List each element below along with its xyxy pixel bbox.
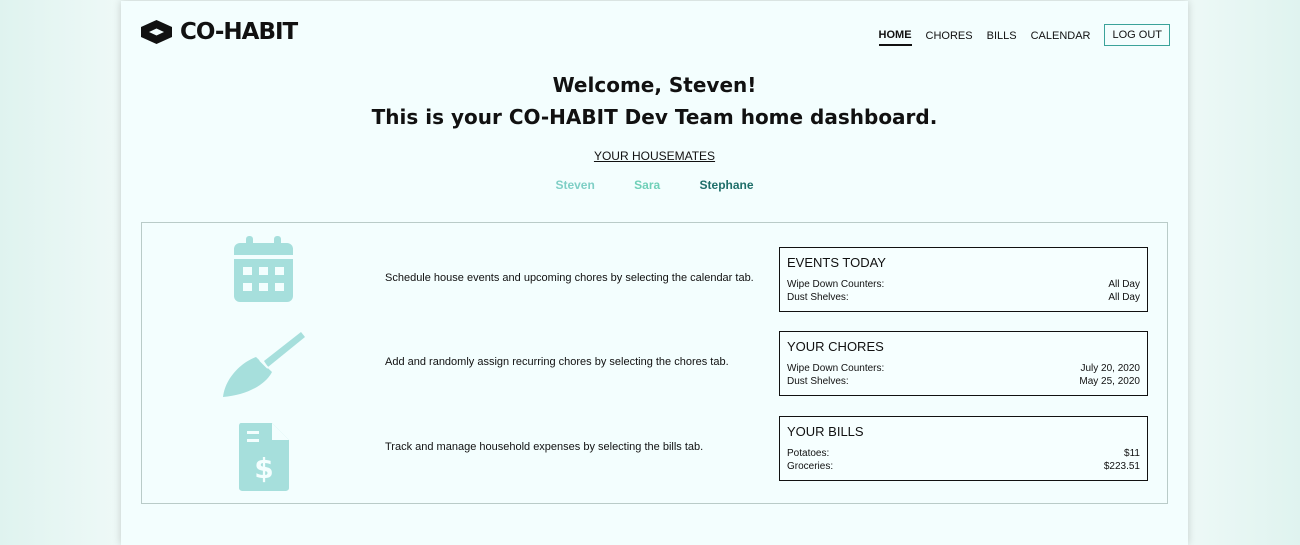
bills-description: Track and manage household expenses by s… [385,441,704,453]
card-row-value: All Day [1108,292,1140,303]
events-today-card: EVENTS TODAY Wipe Down Counters: All Day… [779,247,1148,312]
chores-description: Add and randomly assign recurring chores… [385,356,729,368]
cube-logo-icon [141,20,172,44]
dashboard-page: CO-HABIT HOME CHORES BILLS CALENDAR LOG … [121,1,1188,545]
housemate-name[interactable]: Steven [555,178,594,192]
card-title: EVENTS TODAY [787,255,886,270]
bill-document-icon[interactable]: $ [238,422,290,492]
card-row-value: $223.51 [1103,461,1140,472]
card-row-label: Dust Shelves: [787,292,849,303]
card-row: Dust Shelves: May 25, 2020 [787,375,1140,388]
nav-chores[interactable]: CHORES [926,26,973,45]
nav-home[interactable]: HOME [878,25,912,46]
card-row: Potatoes: $11 [787,447,1140,460]
card-row-value: $11 [1124,448,1140,459]
card-row-value: July 20, 2020 [1080,363,1141,374]
your-chores-card: YOUR CHORES Wipe Down Counters: July 20,… [779,331,1148,396]
card-row-label: Dust Shelves: [787,376,849,387]
your-bills-card: YOUR BILLS Potatoes: $11 Groceries: $223… [779,416,1148,481]
housemates-list: Steven Sara Stephane [121,178,1188,192]
logout-button[interactable]: LOG OUT [1104,24,1170,46]
calendar-description: Schedule house events and upcoming chore… [385,272,754,284]
dashboard-subtitle: This is your CO-HABIT Dev Team home dash… [371,105,938,129]
welcome-heading: Welcome, Steven! This is your CO-HABIT D… [121,69,1188,133]
housemate-name[interactable]: Sara [634,178,660,192]
card-row-label: Groceries: [787,461,834,472]
card-row: Dust Shelves: All Day [787,291,1140,304]
svg-text:$: $ [254,452,273,485]
card-row: Wipe Down Counters: July 20, 2020 [787,362,1140,375]
main-nav: HOME CHORES BILLS CALENDAR LOG OUT [865,24,1170,46]
logo-text: CO-HABIT [180,19,298,45]
dashboard-panel: Schedule house events and upcoming chore… [141,222,1168,504]
card-title: YOUR CHORES [787,339,884,354]
logo[interactable]: CO-HABIT [140,19,298,45]
card-row: Groceries: $223.51 [787,460,1140,473]
card-row-value: All Day [1108,279,1140,290]
card-row-label: Wipe Down Counters: [787,363,885,374]
card-row-label: Wipe Down Counters: [787,279,885,290]
card-title: YOUR BILLS [787,424,864,439]
broom-icon[interactable] [220,329,308,399]
card-row: Wipe Down Counters: All Day [787,278,1140,291]
housemates-title: YOUR HOUSEMATES [593,149,716,163]
housemate-name[interactable]: Stephane [700,178,754,192]
nav-calendar[interactable]: CALENDAR [1031,26,1091,45]
card-row-value: May 25, 2020 [1079,376,1140,387]
card-row-label: Potatoes: [787,448,830,459]
calendar-icon[interactable] [233,235,295,304]
nav-bills[interactable]: BILLS [987,26,1017,45]
welcome-line: Welcome, Steven! [552,73,757,97]
